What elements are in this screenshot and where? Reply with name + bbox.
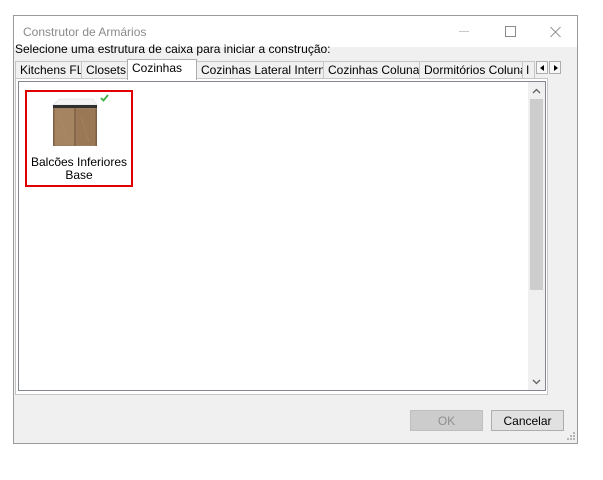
tab-label: Closets: [86, 63, 127, 77]
tab-label: Cozinhas: [132, 61, 183, 75]
tab-label: I: [526, 63, 530, 77]
base-cabinet-icon: [52, 98, 98, 146]
tab-cozinhas[interactable]: Cozinhas: [127, 59, 197, 80]
scroll-down-button[interactable]: [528, 373, 545, 390]
tab-cozinhas-lateral-interna[interactable]: Cozinhas Lateral Interna: [196, 61, 324, 79]
minimize-button[interactable]: [441, 16, 487, 47]
tab-label: Kitchens FL: [20, 63, 82, 77]
scroll-up-button[interactable]: [528, 82, 545, 99]
tab-cozinhas-colunas[interactable]: Cozinhas Colunas: [323, 61, 420, 79]
vertical-scrollbar[interactable]: [528, 82, 545, 390]
chevron-down-icon: [532, 379, 541, 384]
tab-label: Cozinhas Colunas: [328, 63, 420, 77]
tab-kitchens-fl[interactable]: Kitchens FL: [15, 61, 82, 79]
tab-scroll-left-button[interactable]: [536, 61, 548, 74]
cancel-button-label: Cancelar: [503, 413, 552, 428]
tab-scroll-right-button[interactable]: [549, 61, 561, 74]
cancel-button[interactable]: Cancelar: [491, 410, 564, 431]
tab-overflow[interactable]: I: [522, 61, 535, 79]
list-item-label: Balcões Inferiores Base: [30, 155, 128, 182]
structure-list[interactable]: Balcões Inferiores Base: [18, 81, 546, 391]
tab-label: Cozinhas Lateral Interna: [201, 63, 324, 77]
window-title: Construtor de Armários: [23, 25, 147, 39]
close-icon: [550, 26, 562, 38]
maximize-icon: [504, 26, 516, 37]
chevron-up-icon: [532, 88, 541, 93]
list-item-balcoes-inferiores-base[interactable]: Balcões Inferiores Base: [25, 90, 133, 187]
instruction-label: Selecione uma estrutura de caixa para in…: [15, 42, 331, 56]
ok-button[interactable]: OK: [410, 410, 483, 431]
check-icon: [100, 94, 109, 102]
close-button[interactable]: [533, 16, 579, 47]
tab-closets[interactable]: Closets: [81, 61, 128, 79]
maximize-button[interactable]: [487, 16, 533, 47]
arrow-right-icon: [554, 65, 558, 71]
tab-label: Dormitórios Colunas: [424, 63, 523, 77]
arrow-left-icon: [540, 65, 544, 71]
scroll-thumb[interactable]: [530, 99, 543, 290]
minimize-icon: [459, 31, 469, 32]
resize-grip-icon[interactable]: [566, 431, 576, 441]
ok-button-label: OK: [437, 413, 456, 428]
tab-dormitorios-colunas[interactable]: Dormitórios Colunas: [419, 61, 523, 79]
category-tabs: Kitchens FL Closets Cozinhas Cozinhas La…: [15, 59, 550, 80]
tab-panel: Balcões Inferiores Base: [15, 78, 548, 395]
